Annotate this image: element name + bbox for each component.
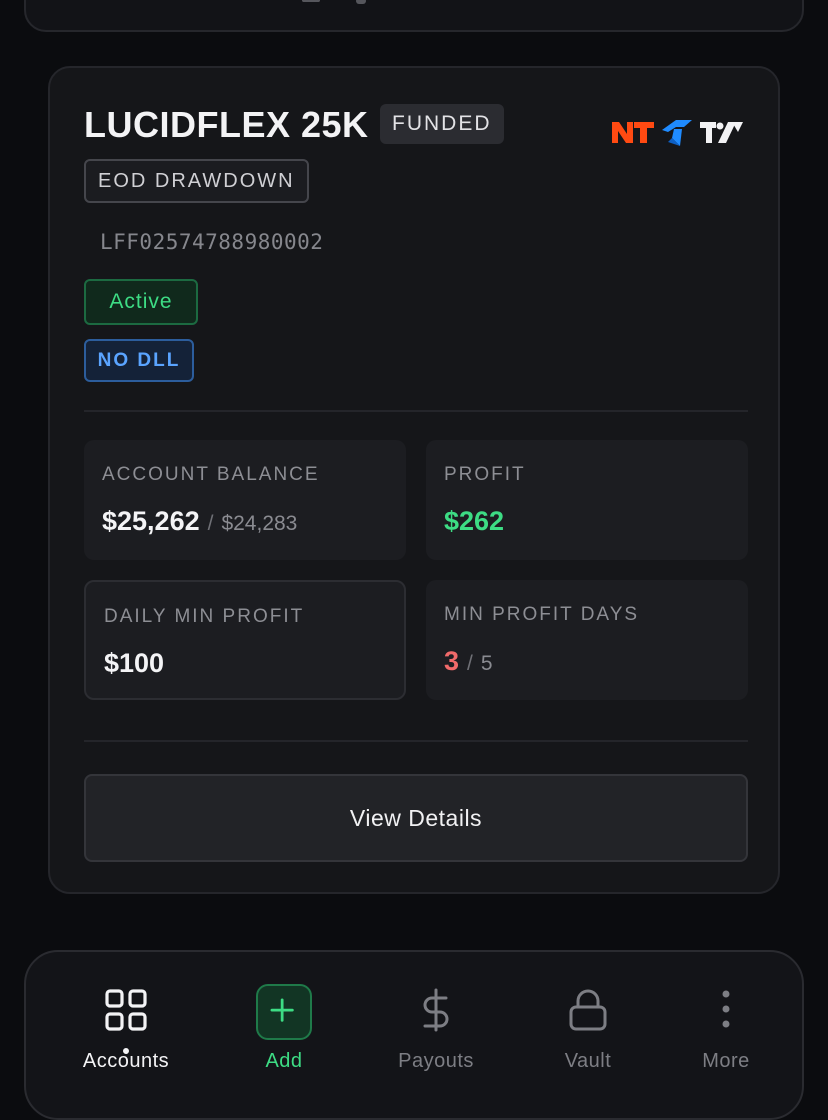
min-days-value: 3 [444, 646, 460, 676]
stat-label: MIN PROFIT DAYS [444, 604, 640, 625]
view-details-button[interactable]: View Details [84, 774, 748, 862]
drawdown-type-tag: EOD DRAWDOWN [84, 159, 309, 203]
platform-logos [612, 120, 743, 146]
account-id: LFF02574788980002 [100, 230, 324, 254]
daily-min-profit-stat: DAILY MIN PROFIT $100 [84, 580, 406, 700]
tab-accounts[interactable]: Accounts [56, 952, 196, 1092]
stat-value: 3 / 5 [444, 646, 493, 677]
tab-more[interactable]: More [656, 952, 796, 1092]
lock-icon [569, 989, 607, 1031]
tab-vault[interactable]: Vault [518, 952, 658, 1092]
value-separator: / [467, 652, 473, 675]
tab-label: Payouts [398, 1050, 474, 1072]
plus-icon [270, 998, 294, 1022]
tab-label: More [702, 1050, 750, 1072]
balance-secondary: $24,283 [221, 512, 298, 535]
add-button-box [256, 984, 312, 1040]
funded-tag: FUNDED [380, 104, 504, 144]
previous-account-card [24, 0, 804, 32]
tab-label: Vault [564, 1050, 612, 1072]
tradovate-logo [662, 120, 692, 146]
balance-value: $25,262 [102, 506, 200, 536]
account-balance-stat: ACCOUNT BALANCE $25,262 / $24,283 [84, 440, 406, 560]
no-dll-badge: NO DLL [84, 339, 194, 382]
profit-stat: PROFIT $262 [426, 440, 748, 560]
stat-label: DAILY MIN PROFIT [104, 606, 305, 627]
previous-card-icon [302, 0, 320, 2]
status-badge-active: Active [84, 279, 198, 325]
previous-card-text-fragment [356, 0, 366, 4]
ninjatrader-logo [612, 122, 654, 143]
more-vertical-icon [722, 990, 730, 1028]
tab-label: Accounts [82, 1050, 170, 1072]
profit-value: $262 [444, 506, 505, 536]
tab-add[interactable]: Add [214, 952, 354, 1092]
stat-label: ACCOUNT BALANCE [102, 464, 320, 485]
tab-label: Add [265, 1050, 303, 1072]
min-days-secondary: 5 [480, 652, 493, 675]
min-profit-days-stat: MIN PROFIT DAYS 3 / 5 [426, 580, 748, 700]
bottom-tab-bar: Accounts Add Payouts Vault More [24, 950, 804, 1120]
divider [84, 740, 748, 742]
account-title: LUCIDFLEX 25K [84, 104, 369, 145]
divider [84, 410, 748, 412]
tradingview-logo [700, 122, 743, 143]
tab-payouts[interactable]: Payouts [366, 952, 506, 1092]
stat-label: PROFIT [444, 464, 526, 485]
account-card: LUCIDFLEX 25K FUNDED EOD DRAWDOWN LFF025… [48, 66, 780, 894]
dollar-icon [423, 988, 449, 1032]
value-separator: / [207, 512, 214, 535]
stat-value: $25,262 / $24,283 [102, 506, 297, 537]
grid-icon [105, 989, 147, 1031]
daily-min-value: $100 [104, 648, 165, 678]
